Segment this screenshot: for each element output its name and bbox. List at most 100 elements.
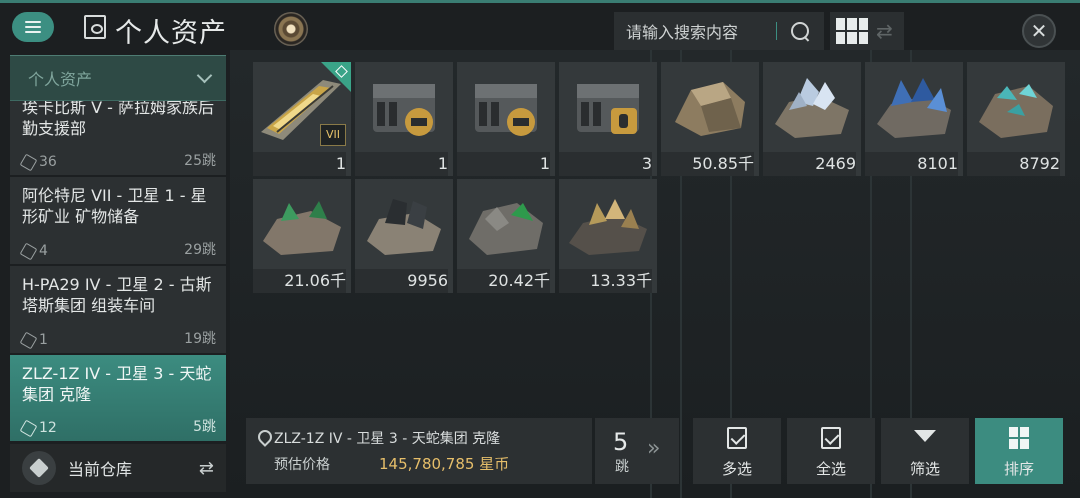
- crate-icon: [373, 84, 435, 136]
- chevron-down-icon: [196, 67, 213, 83]
- item-quantity: 21.06千: [253, 269, 346, 293]
- location-item[interactable]: 阿伦特尼 VII - 卫星 1 - 星形矿业 矿物储备 4 29跳: [10, 177, 226, 266]
- location-jumps: 25跳: [184, 153, 216, 169]
- current-location: ZLZ-1Z IV - 卫星 3 - 天蛇集团 克隆: [274, 431, 501, 447]
- dropdown-label: 个人资产: [28, 70, 93, 89]
- ore-icon: [469, 203, 543, 255]
- sort-icon: [1009, 427, 1029, 449]
- location-info-bar: ZLZ-1Z IV - 卫星 3 - 天蛇集团 克隆 预估价格 145,780,…: [246, 418, 592, 484]
- item-quantity: 1: [355, 152, 448, 176]
- location-jumps: 19跳: [184, 331, 216, 347]
- menu-button[interactable]: [12, 12, 54, 42]
- location-name: H-PA29 IV - 卫星 2 - 古斯塔斯集团 组装车间: [22, 275, 212, 315]
- cube-icon: [19, 153, 38, 171]
- checkbox-multi-icon: [821, 427, 841, 449]
- location-count: 4: [19, 242, 48, 260]
- asset-item[interactable]: 8101: [865, 62, 963, 176]
- faction-emblem-icon[interactable]: [274, 12, 308, 46]
- asset-item[interactable]: 1: [355, 62, 453, 176]
- asset-item[interactable]: 3: [559, 62, 657, 176]
- asset-category-dropdown[interactable]: 个人资产: [10, 55, 226, 101]
- location-name: 阿伦特尼 VII - 卫星 1 - 星形矿业 矿物储备: [22, 186, 207, 226]
- header: 个人资产 请输入搜索内容 ⇄ ✕: [0, 3, 1080, 53]
- location-name: ZLZ-1Z IV - 卫星 3 - 天蛇集团 克隆: [22, 364, 212, 404]
- vault-icon: [84, 15, 106, 39]
- item-quantity: 1: [253, 152, 346, 176]
- double-chevron-right-icon: »: [647, 436, 661, 461]
- location-pin-icon: [255, 427, 275, 447]
- asset-item[interactable]: 50.85千: [661, 62, 759, 176]
- item-quantity: 2469: [763, 152, 856, 176]
- item-quantity: 8792: [967, 152, 1060, 176]
- grid-view-icon[interactable]: [836, 18, 868, 44]
- asset-item[interactable]: 1: [457, 62, 555, 176]
- crate-icon: [577, 84, 639, 134]
- ore-icon: [775, 78, 849, 138]
- location-jumps: 29跳: [184, 242, 216, 258]
- ore-icon: [877, 78, 951, 138]
- location-item-selected[interactable]: ZLZ-1Z IV - 卫星 3 - 天蛇集团 克隆 12 5跳: [10, 355, 226, 443]
- close-icon: ✕: [1030, 19, 1048, 43]
- item-quantity: 1: [457, 152, 550, 176]
- location-count: 1: [19, 331, 48, 349]
- jumps-number: 5: [613, 428, 629, 456]
- asset-item[interactable]: VII 1: [253, 62, 351, 176]
- select-all-button[interactable]: 全选: [787, 418, 875, 484]
- cube-icon: [19, 419, 38, 437]
- asset-item[interactable]: 20.42千: [457, 179, 555, 293]
- sort-label: 排序: [1003, 460, 1034, 478]
- view-toggle[interactable]: ⇄: [830, 12, 904, 50]
- ore-icon: [569, 199, 647, 255]
- current-warehouse-label: 当前仓库: [68, 460, 133, 479]
- filter-icon: [914, 430, 936, 452]
- ore-icon: [979, 84, 1053, 138]
- search-divider: [776, 22, 777, 40]
- location-item[interactable]: H-PA29 IV - 卫星 2 - 古斯塔斯集团 组装车间 1 19跳: [10, 266, 226, 355]
- location-name: 埃卡比斯 V - 萨拉姆家族后勤支援部: [22, 98, 214, 138]
- sort-button[interactable]: 排序: [975, 418, 1063, 484]
- asset-item[interactable]: 9956: [355, 179, 453, 293]
- asset-item[interactable]: 13.33千: [559, 179, 657, 293]
- warehouse-icon: [22, 451, 56, 485]
- item-quantity: 13.33千: [559, 269, 652, 293]
- asset-item[interactable]: 8792: [967, 62, 1065, 176]
- item-quantity: 20.42千: [457, 269, 550, 293]
- location-item[interactable]: 埃卡比斯 V - 萨拉姆家族后勤支援部 36 25跳: [10, 91, 226, 177]
- close-button[interactable]: ✕: [1022, 14, 1056, 48]
- location-count: 12: [19, 419, 57, 437]
- ore-icon: [263, 201, 341, 255]
- list-view-icon[interactable]: ⇄: [876, 21, 893, 41]
- filter-button[interactable]: 筛选: [881, 418, 969, 484]
- location-count: 36: [19, 153, 57, 171]
- search-input[interactable]: 请输入搜索内容: [626, 19, 776, 43]
- location-sidebar: 埃卡比斯 V - 萨拉姆家族后勤支援部 36 25跳 阿伦特尼 VII - 卫星…: [10, 55, 226, 443]
- item-quantity: 3: [559, 152, 652, 176]
- estimate-value: 145,780,785 星币: [379, 455, 510, 473]
- search-icon[interactable]: [791, 22, 809, 40]
- tech-level-badge: VII: [320, 124, 346, 146]
- multi-select-label: 多选: [721, 460, 752, 478]
- page-title: 个人资产: [115, 18, 227, 49]
- switch-arrows-icon[interactable]: ⇄: [199, 458, 214, 479]
- asset-item[interactable]: 21.06千: [253, 179, 351, 293]
- ore-icon: [367, 199, 441, 255]
- filter-label: 筛选: [909, 460, 940, 478]
- select-all-label: 全选: [815, 460, 846, 478]
- jumps-button[interactable]: 5 跳 »: [595, 418, 679, 484]
- item-corner-tag: [321, 62, 351, 92]
- search-box[interactable]: 请输入搜索内容: [614, 12, 824, 50]
- item-quantity: 8101: [865, 152, 958, 176]
- checkbox-icon: [727, 427, 747, 449]
- cube-icon: [19, 331, 38, 349]
- item-quantity: 9956: [355, 269, 448, 293]
- crate-icon: [475, 84, 537, 136]
- ore-icon: [675, 82, 745, 136]
- current-warehouse-button[interactable]: 当前仓库 ⇄: [10, 444, 226, 492]
- item-quantity: 50.85千: [661, 152, 754, 176]
- asset-item[interactable]: 2469: [763, 62, 861, 176]
- multi-select-button[interactable]: 多选: [693, 418, 781, 484]
- estimate-label: 预估价格: [274, 457, 330, 473]
- cube-icon: [19, 242, 38, 260]
- location-jumps: 5跳: [193, 419, 216, 435]
- hamburger-icon: [25, 21, 41, 33]
